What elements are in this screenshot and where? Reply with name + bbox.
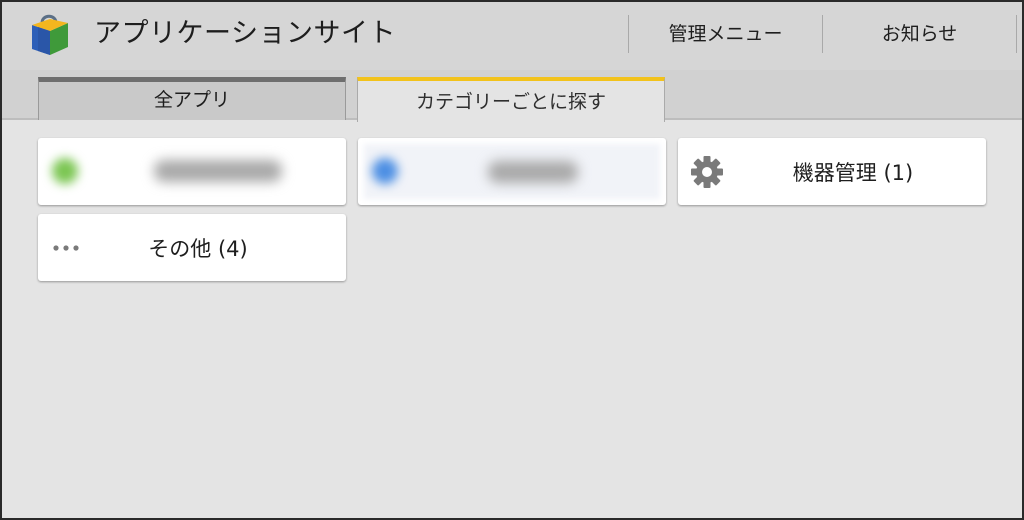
category-label: 機器管理 (1) xyxy=(792,160,914,185)
blue-circle-icon xyxy=(372,158,398,184)
shopping-bag-icon xyxy=(32,14,68,55)
notices-button[interactable]: お知らせ xyxy=(823,15,1016,53)
app-header: アプリケーションサイト 管理メニュー お知らせ xyxy=(0,0,1024,70)
tab-all-apps[interactable]: 全アプリ xyxy=(38,77,346,120)
category-label-redacted xyxy=(488,161,578,183)
category-label: その他 (4) xyxy=(148,236,248,261)
category-label-redacted xyxy=(154,160,282,182)
tab-bar: 全アプリ カテゴリーごとに探す xyxy=(0,70,1024,122)
header-separator xyxy=(1016,15,1017,53)
app-title: アプリケーションサイト xyxy=(94,18,396,49)
gear-icon xyxy=(691,156,723,188)
category-card-1[interactable] xyxy=(38,138,346,205)
category-card-2[interactable] xyxy=(358,138,666,205)
category-card-device-management[interactable]: 機器管理 (1) xyxy=(678,138,986,205)
admin-menu-button[interactable]: 管理メニュー xyxy=(629,15,822,53)
more-dots-icon xyxy=(53,245,79,251)
category-card-other[interactable]: その他 (4) xyxy=(38,214,346,281)
tab-by-category[interactable]: カテゴリーごとに探す xyxy=(357,77,665,122)
green-circle-icon xyxy=(52,158,78,184)
